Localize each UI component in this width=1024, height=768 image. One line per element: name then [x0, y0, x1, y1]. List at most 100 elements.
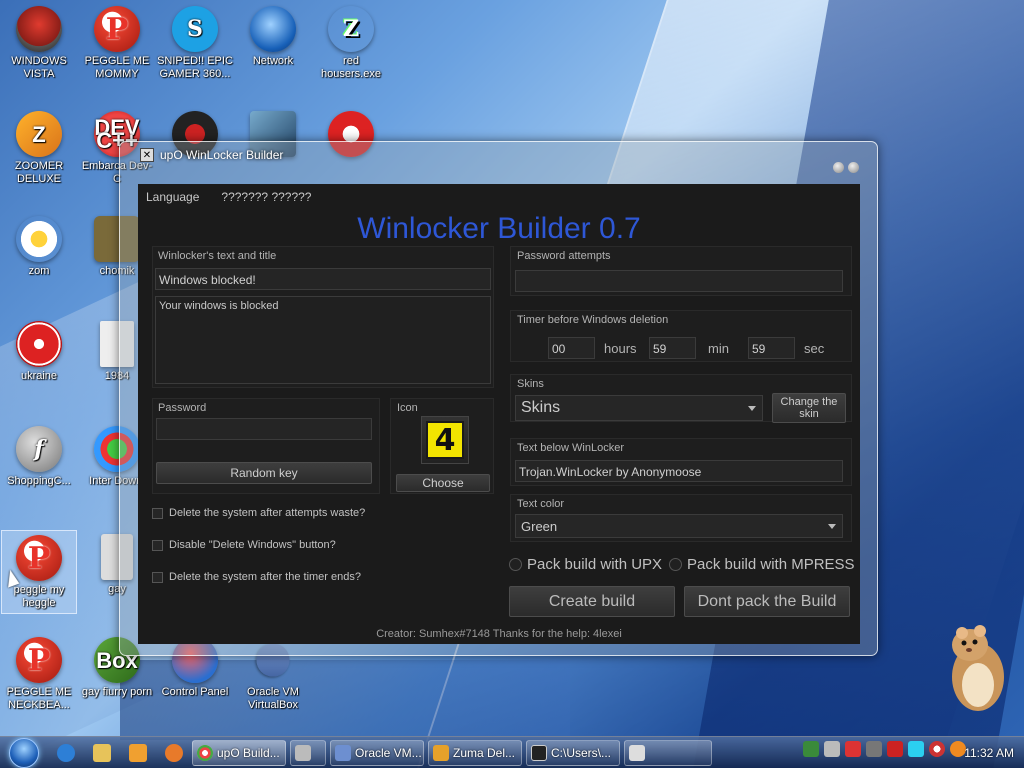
desktop-icon-ukraine[interactable]: ukraine: [1, 317, 77, 383]
archive-icon: [531, 744, 547, 761]
text-color-dropdown[interactable]: Green: [515, 514, 843, 538]
quicklaunch-explorer[interactable]: [84, 739, 120, 767]
choose-icon-button[interactable]: Choose: [396, 474, 490, 492]
app-icon: [629, 744, 645, 761]
hamster-gadget-icon: [952, 625, 1004, 711]
peggle-icon: P: [94, 6, 140, 52]
creator-footer: Creator: Sumhex#7148 Thanks for the help…: [376, 628, 622, 640]
task-7zip[interactable]: C:\Users\...: [526, 739, 620, 766]
checkbox[interactable]: [152, 539, 163, 551]
chrome-icon: [197, 744, 213, 761]
app-heading: Winlocker Builder 0.7: [357, 212, 641, 245]
chevron-down-icon: [828, 524, 836, 529]
random-key-button[interactable]: Random key: [156, 462, 372, 484]
system-tray: [803, 741, 966, 757]
timer-label: Timer before Windows deletion: [517, 314, 669, 326]
dont-pack-build-button[interactable]: Dont pack the Build: [684, 586, 850, 617]
task-winlocker-builder[interactable]: upO Build...: [192, 739, 286, 766]
checkbox-disable-delete-windows[interactable]: Disable "Delete Windows" button?: [152, 539, 336, 551]
min-unit: min: [708, 341, 729, 356]
text-title-label: Winlocker's text and title: [158, 250, 277, 262]
menu-item-unknown[interactable]: ??????? ??????: [221, 190, 311, 204]
checkbox-delete-after-timer[interactable]: Delete the system after the timer ends?: [152, 571, 361, 583]
window-client-area: Language ??????? ?????? Winlocker Builde…: [138, 184, 860, 644]
checkbox[interactable]: [152, 507, 163, 519]
desktop-icon-network[interactable]: Network: [235, 2, 311, 68]
app-icon: ✕: [140, 148, 154, 162]
text-below-label: Text below WinLocker: [517, 442, 624, 454]
winlocker-builder-window[interactable]: ✕ upO WinLocker Builder Language ???????…: [119, 141, 878, 656]
task-virtualbox[interactable]: Oracle VM...: [330, 739, 424, 766]
task-winlocker[interactable]: [624, 739, 712, 766]
chevron-down-icon: [748, 406, 756, 411]
radiation-icon: [16, 321, 62, 367]
timer-min-input[interactable]: 59: [649, 337, 696, 359]
skins-dropdown[interactable]: Skins: [515, 395, 763, 421]
desktop-icon-zoomer[interactable]: Z ZOOMER DELUXE: [1, 107, 77, 186]
locker-text-area[interactable]: Your windows is blocked: [155, 296, 491, 384]
network-icon: [250, 6, 296, 52]
desktop-icon-zom[interactable]: zom: [1, 212, 77, 278]
text-color-label: Text color: [517, 498, 565, 510]
sec-unit: sec: [804, 341, 825, 356]
skins-label: Skins: [517, 378, 544, 390]
internet-explorer-icon: [57, 743, 75, 762]
quicklaunch-media[interactable]: [120, 739, 156, 767]
radio-pack-upx[interactable]: Pack build with UPX: [509, 556, 662, 573]
locker-icon: 4: [426, 421, 464, 459]
quicklaunch-app[interactable]: [156, 739, 192, 767]
text-below-input[interactable]: Trojan.WinLocker by Anonymoose: [515, 460, 843, 482]
desktop-icon-red-housers[interactable]: Z red housers.exe: [313, 2, 389, 81]
skype-icon: S: [172, 6, 218, 52]
password-attempts-label: Password attempts: [517, 250, 611, 262]
checkbox-delete-after-attempts[interactable]: Delete the system after attempts waste?: [152, 507, 365, 519]
peggle-icon: P: [16, 535, 62, 581]
folder-icon: [93, 743, 111, 762]
timer-sec-input[interactable]: 59: [748, 337, 795, 359]
tray-icon[interactable]: [929, 741, 945, 757]
change-skin-button[interactable]: Change the skin: [772, 393, 846, 423]
create-build-button[interactable]: Create build: [509, 586, 675, 617]
checkbox[interactable]: [152, 571, 163, 583]
tray-icon[interactable]: [803, 741, 819, 757]
calculator-icon: [295, 744, 311, 761]
desktop-icon-windows-vista[interactable]: WINDOWS VISTA: [1, 2, 77, 81]
radio-button[interactable]: [669, 558, 682, 571]
locker-title-input[interactable]: Windows blocked!: [155, 268, 491, 290]
minimize-button[interactable]: [833, 162, 844, 173]
quicklaunch-ie[interactable]: [48, 739, 84, 767]
desktop-icon-shopping[interactable]: f ShoppingC...: [1, 422, 77, 488]
zoomer-icon: Z: [16, 111, 62, 157]
radio-pack-mpress[interactable]: Pack build with MPRESS: [669, 556, 855, 573]
task-zuma[interactable]: Zuma Del...: [428, 739, 522, 766]
menu-bar: Language ??????? ??????: [146, 190, 311, 204]
close-button[interactable]: [848, 162, 859, 173]
flash-icon: f: [16, 426, 62, 472]
media-player-icon: [129, 743, 147, 762]
desktop-icon-sniped[interactable]: S SNIPED!! EPIC GAMER 360...: [157, 2, 233, 81]
tray-icon[interactable]: [824, 741, 840, 757]
desktop-icon-peggle-mommy[interactable]: P PEGGLE ME MOMMY: [79, 2, 155, 81]
app-icon: [165, 743, 183, 762]
timer-hours-input[interactable]: 00: [548, 337, 595, 359]
peggle-icon: P: [16, 637, 62, 683]
password-input[interactable]: [156, 418, 372, 440]
virtualbox-icon: [335, 744, 351, 761]
radio-button[interactable]: [509, 558, 522, 571]
zuma-icon: [433, 744, 449, 761]
z-icon: Z: [328, 6, 374, 52]
network-tray-icon[interactable]: [908, 741, 924, 757]
window-controls: [833, 162, 859, 173]
antivirus-icon[interactable]: [845, 741, 861, 757]
password-attempts-input[interactable]: [515, 270, 843, 292]
tray-icon[interactable]: [866, 741, 882, 757]
taskbar: upO Build... Oracle VM... Zuma Del... C:…: [0, 736, 1024, 768]
task-calculator[interactable]: [290, 739, 326, 766]
taskbar-clock[interactable]: 11:32 AM: [964, 746, 1014, 760]
desktop-icon-peggle-neckbeard[interactable]: P PEGGLE ME NECKBEA...: [1, 633, 77, 712]
hours-unit: hours: [604, 341, 637, 356]
start-button[interactable]: [6, 737, 42, 768]
title-bar[interactable]: ✕ upO WinLocker Builder: [120, 142, 877, 168]
flag-icon[interactable]: [887, 741, 903, 757]
menu-language[interactable]: Language: [146, 190, 199, 204]
